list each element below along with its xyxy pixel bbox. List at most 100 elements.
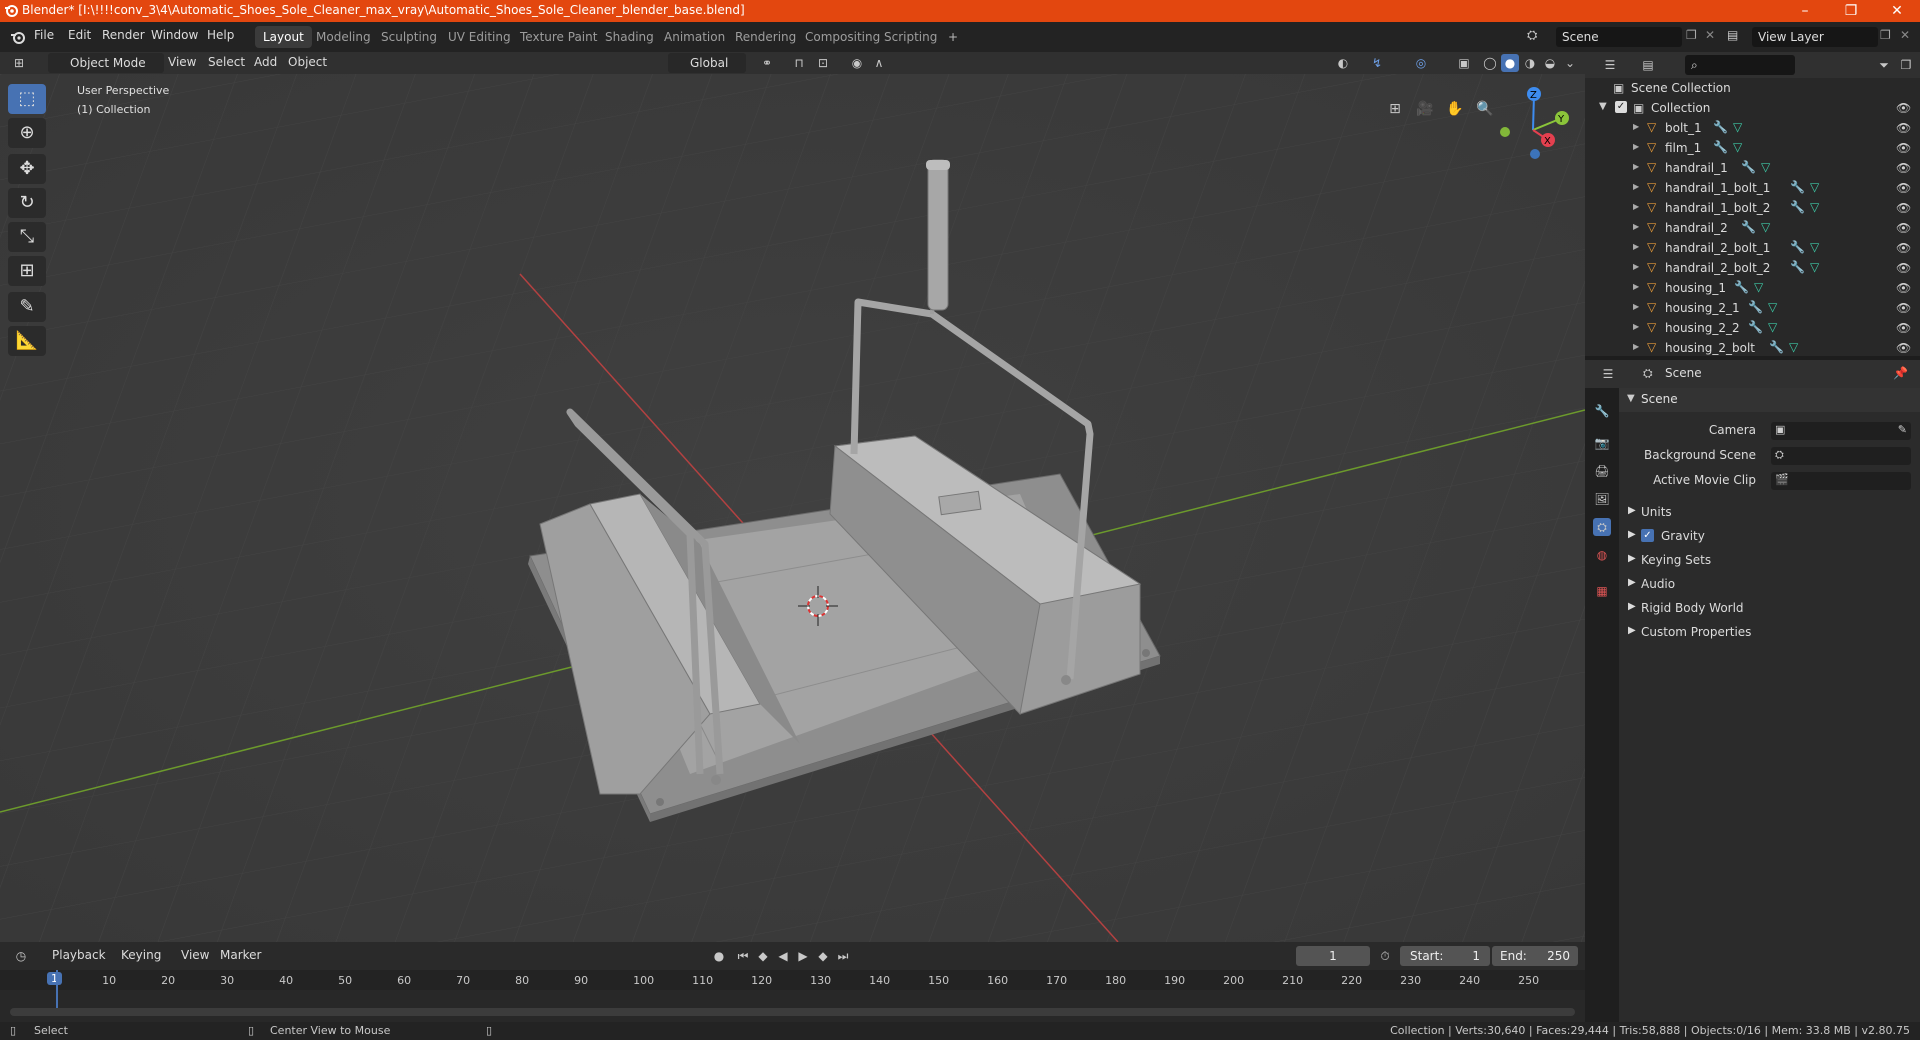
rotate-tool-icon[interactable]: ↻ [8, 188, 46, 218]
menu-help[interactable]: Help [207, 28, 234, 42]
next-keyframe-icon[interactable]: ◆ [814, 947, 832, 965]
solid-shading-icon[interactable]: ● [1501, 54, 1519, 72]
expand-arrow-icon[interactable]: ▶ [1633, 162, 1639, 171]
gizmo-toggle-icon[interactable]: ↯ [1368, 54, 1386, 72]
tab-compositing[interactable]: Compositing [797, 26, 888, 48]
output-tab-icon[interactable]: 🖨 [1593, 462, 1611, 480]
eye-icon[interactable]: 👁 [1896, 161, 1911, 175]
expand-arrow-icon[interactable]: ▶ [1633, 302, 1639, 311]
falloff-icon[interactable]: ∧ [870, 54, 888, 72]
texture-tab-icon[interactable]: ▦ [1593, 582, 1611, 600]
modifier-wrench-icon[interactable]: 🔧 [1790, 240, 1805, 254]
mesh-data-icon[interactable]: ▽ [1733, 120, 1742, 134]
outliner-object-row[interactable]: ▶ ▽ housing_1 🔧 ▽ 👁 [1585, 278, 1920, 298]
eye-icon[interactable]: 👁 [1896, 181, 1911, 195]
snap-target-icon[interactable]: ⊡ [814, 54, 832, 72]
expand-arrow-icon[interactable]: ▶ [1633, 182, 1639, 191]
outliner-object-row[interactable]: ▶ ▽ bolt_1 🔧 ▽ 👁 [1585, 118, 1920, 138]
new-view-layer-icon[interactable]: ❐ [1880, 28, 1891, 42]
menu-render[interactable]: Render [102, 28, 145, 42]
tab-uv-editing[interactable]: UV Editing [440, 26, 519, 48]
modifier-wrench-icon[interactable]: 🔧 [1790, 180, 1805, 194]
outliner-object-row[interactable]: ▶ ▽ handrail_2 🔧 ▽ 👁 [1585, 218, 1920, 238]
tab-sculpting[interactable]: Sculpting [373, 26, 445, 48]
scene-selector[interactable]: Scene [1556, 27, 1682, 47]
scene-tab-icon[interactable]: ⛭ [1593, 518, 1611, 536]
xray-toggle-icon[interactable]: ▣ [1455, 54, 1473, 72]
close-button[interactable]: ✕ [1874, 0, 1920, 22]
outliner-object-row[interactable]: ▶ ▽ handrail_1_bolt_1 🔧 ▽ 👁 [1585, 178, 1920, 198]
material-shading-icon[interactable]: ◑ [1521, 54, 1539, 72]
play-reverse-icon[interactable]: ◀ [774, 947, 792, 965]
jump-end-icon[interactable]: ⏭ [834, 947, 852, 965]
expand-arrow-icon[interactable]: ▶ [1633, 322, 1639, 331]
mesh-data-icon[interactable]: ▽ [1810, 260, 1819, 274]
annotate-tool-icon[interactable]: ✎ [8, 292, 46, 322]
transform-orientation-dropdown[interactable]: Global [668, 53, 747, 73]
tab-modeling[interactable]: Modeling [308, 26, 379, 48]
eye-icon[interactable]: 👁 [1896, 261, 1911, 275]
mesh-data-icon[interactable]: ▽ [1754, 280, 1763, 294]
pin-icon[interactable]: 📌 [1893, 366, 1908, 380]
3d-viewport[interactable]: Z Y X User Perspective (1) Collection ⊞ … [0, 74, 1585, 942]
eye-icon[interactable]: 👁 [1896, 321, 1911, 335]
timeline-editor-type-icon[interactable]: ◷ [12, 947, 30, 965]
outliner-object-row[interactable]: ▶ ▽ housing_2_bolt 🔧 ▽ 👁 [1585, 338, 1920, 356]
timeline-scrollbar[interactable] [10, 1008, 1575, 1016]
mesh-data-icon[interactable]: ▽ [1761, 160, 1770, 174]
timeline-area[interactable]: 1 10 20 30 40 50 60 70 80 90 100 110 120 130 140 150 160… [0, 970, 1585, 1022]
audio-section[interactable]: ▶ Audio [1619, 574, 1920, 596]
menu-object[interactable]: Object [288, 55, 327, 69]
active-movie-clip-field[interactable]: 🎬 [1771, 472, 1911, 490]
keying-sets-section[interactable]: ▶ Keying Sets [1619, 550, 1920, 572]
modifier-wrench-icon[interactable]: 🔧 [1769, 340, 1784, 354]
properties-editor-type-icon[interactable]: ☰ [1599, 365, 1617, 383]
mesh-data-icon[interactable]: ▽ [1810, 200, 1819, 214]
outliner-object-row[interactable]: ▶ ▽ handrail_2_bolt_2 🔧 ▽ 👁 [1585, 258, 1920, 278]
camera-view-icon[interactable]: 🎥 [1414, 98, 1436, 120]
modifier-wrench-icon[interactable]: 🔧 [1748, 300, 1763, 314]
record-icon[interactable]: ● [710, 947, 728, 965]
editor-type-icon[interactable]: ⊞ [10, 54, 28, 72]
menu-playback[interactable]: Playback [52, 948, 106, 962]
view-layer-tab-icon[interactable]: 🖼 [1593, 490, 1611, 508]
object-mode-dropdown[interactable]: Object Mode [48, 53, 164, 73]
gravity-section[interactable]: ▶ ✓ Gravity [1619, 526, 1920, 548]
wireframe-shading-icon[interactable]: ◯ [1481, 54, 1499, 72]
render-tab-icon[interactable]: 📷 [1593, 434, 1611, 452]
mesh-data-icon[interactable]: ▽ [1810, 180, 1819, 194]
playhead[interactable] [56, 970, 58, 1008]
expand-arrow-icon[interactable]: ▶ [1633, 282, 1639, 291]
mesh-data-icon[interactable]: ▽ [1810, 240, 1819, 254]
units-section[interactable]: ▶ Units [1619, 502, 1920, 524]
modifier-wrench-icon[interactable]: 🔧 [1713, 140, 1728, 154]
tab-texture-paint[interactable]: Texture Paint [512, 26, 605, 48]
expand-arrow-icon[interactable]: ▶ [1633, 122, 1639, 131]
cursor-tool-icon[interactable]: ⊕ [8, 118, 46, 148]
rendered-shading-icon[interactable]: ◒ [1541, 54, 1559, 72]
eye-icon[interactable]: 👁 [1896, 101, 1911, 115]
eyedropper-icon[interactable]: ✎ [1898, 423, 1907, 436]
select-box-tool-icon[interactable]: ⬚ [8, 84, 46, 114]
tab-layout[interactable]: Layout [255, 26, 312, 48]
mesh-data-icon[interactable]: ▽ [1789, 340, 1798, 354]
gizmo-neg-y-axis[interactable] [1500, 127, 1510, 137]
frame-ruler[interactable]: 1 10 20 30 40 50 60 70 80 90 100 110 120 130 140 150 160… [0, 970, 1585, 990]
outliner-object-row[interactable]: ▶ ▽ handrail_1_bolt_2 🔧 ▽ 👁 [1585, 198, 1920, 218]
collection-checkbox[interactable]: ✓ [1615, 101, 1627, 113]
overlay-toggle-icon[interactable]: ◎ [1412, 54, 1430, 72]
tab-animation[interactable]: Animation [656, 26, 733, 48]
tab-shading[interactable]: Shading [597, 26, 662, 48]
expand-arrow-icon[interactable]: ▶ [1633, 262, 1639, 271]
view-layer-icon[interactable]: ▤ [1727, 28, 1738, 42]
mesh-data-icon[interactable]: ▽ [1768, 300, 1777, 314]
menu-window[interactable]: Window [151, 28, 198, 42]
outliner-collection-row[interactable]: ▼ ✓ ▣ Collection 👁 [1585, 98, 1920, 118]
gizmo-neg-z-axis[interactable] [1530, 149, 1540, 159]
outliner-object-row[interactable]: ▶ ▽ handrail_2_bolt_1 🔧 ▽ 👁 [1585, 238, 1920, 258]
eye-icon[interactable]: 👁 [1896, 221, 1911, 235]
menu-file[interactable]: File [34, 28, 54, 42]
menu-select[interactable]: Select [208, 55, 245, 69]
outliner-scene-collection[interactable]: ▣ Scene Collection [1585, 78, 1920, 98]
scale-tool-icon[interactable]: ⤡ [8, 222, 46, 252]
